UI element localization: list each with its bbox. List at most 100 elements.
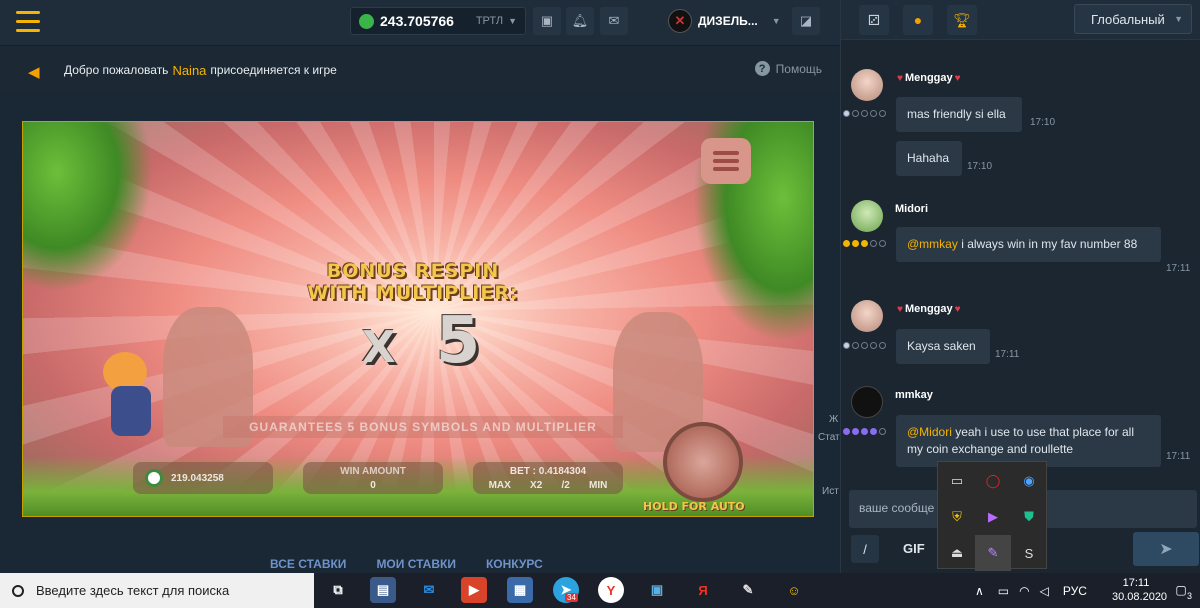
avatar: [851, 386, 883, 418]
chevron-up-icon[interactable]: ∧: [975, 584, 984, 598]
chat-time: 17:11: [995, 349, 1020, 360]
tab-my-bets[interactable]: МОИ СТАВКИ: [376, 557, 456, 571]
monitor-icon[interactable]: ▭: [939, 463, 975, 499]
menu-icon[interactable]: [16, 11, 40, 33]
mail-icon: ✉: [608, 13, 620, 28]
guarantee-banner: GUARANTEES 5 BONUS SYMBOLS AND MULTIPLIE…: [223, 416, 623, 438]
game-icon[interactable]: ☺: [781, 577, 807, 603]
notifications-button[interactable]: 🔔︎: [566, 7, 594, 35]
heart-icon: ♥: [897, 303, 903, 315]
tab-contest[interactable]: КОНКУРС: [486, 557, 543, 571]
game-coin-icon: [145, 469, 163, 487]
help-label: Помощь: [775, 61, 822, 76]
feather-icon[interactable]: ✎: [975, 535, 1011, 571]
games-button[interactable]: ⚂: [859, 5, 889, 35]
chat-username: Menggay: [904, 303, 953, 315]
commands-button[interactable]: /: [851, 535, 879, 563]
chevron-down-icon: ▼: [771, 16, 781, 26]
avatar: [851, 300, 883, 332]
multiplier-x: X: [361, 322, 396, 373]
currency-label: ТРТЛ: [475, 15, 504, 27]
task-view-icon[interactable]: ⧉: [325, 577, 351, 603]
notification-count: 3: [1186, 591, 1192, 601]
win-value: 0: [370, 480, 376, 491]
messages-button[interactable]: ✉: [600, 7, 628, 35]
chat-time: 17:10: [1030, 117, 1056, 128]
tray-area: ∧ ▭ ◠ ◁ РУС: [975, 573, 1087, 608]
chat-message: Kaysa saken: [896, 329, 990, 364]
gif-button[interactable]: GIF: [903, 541, 925, 556]
chat-mention[interactable]: @mmkay: [907, 237, 958, 251]
shield-icon[interactable]: ⛨: [939, 499, 975, 535]
steam-icon[interactable]: S: [1011, 535, 1047, 571]
chat-toggle-icon: ◪: [799, 13, 813, 28]
notification-center[interactable]: ▢ 3: [1170, 579, 1192, 601]
media-app-icon[interactable]: ▶: [461, 577, 487, 603]
game-balance-value: 219.043258: [171, 472, 224, 484]
hold-for-auto-label: HOLD FOR AUTO: [643, 500, 745, 513]
chat-channel-select[interactable]: Глобальный ▼: [1074, 4, 1192, 34]
chat-time: 17:11: [1166, 451, 1191, 462]
mail-app-icon[interactable]: ✉: [416, 577, 442, 603]
side-label: Ж: [829, 414, 839, 425]
opera-icon[interactable]: ◯: [975, 463, 1011, 499]
bet-min-button[interactable]: MIN: [589, 479, 607, 493]
notification-icon: ▢: [1175, 583, 1187, 597]
bet-x2-button[interactable]: X2: [530, 479, 542, 493]
send-button[interactable]: ➤: [1133, 532, 1199, 566]
usb-icon[interactable]: ⏏: [939, 535, 975, 571]
heart-icon: ♥: [954, 72, 961, 84]
balance-selector[interactable]: 243.705766 ТРТЛ ▼: [350, 7, 526, 35]
yandex-icon[interactable]: Я: [690, 577, 716, 603]
calculator-icon[interactable]: ▦: [507, 577, 533, 603]
chat-message: @mmkay i always win in my fav number 88: [896, 227, 1161, 262]
bet-max-button[interactable]: MAX: [489, 479, 511, 493]
tab-all-bets[interactable]: ВСЕ СТАВКИ: [270, 557, 346, 571]
chat-mention[interactable]: @Midori: [907, 425, 952, 439]
chat-messages: ♥ Menggay ♥ mas friendly si ella 17:10 Hah…: [841, 40, 1200, 488]
rain-button[interactable]: ●: [903, 5, 933, 35]
rank-dots: [843, 240, 886, 247]
yandex-browser-icon[interactable]: Y: [598, 577, 624, 603]
player-icon[interactable]: ▶: [975, 499, 1011, 535]
clock[interactable]: 17:11 30.08.2020: [1112, 576, 1167, 604]
coin-rain-icon: ●: [913, 12, 923, 28]
wallet-button[interactable]: ▣: [533, 7, 561, 35]
search-icon: [12, 584, 24, 597]
wifi-icon[interactable]: ◠: [1019, 584, 1029, 598]
chat-user-row[interactable]: mmkay: [851, 386, 933, 418]
security-icon[interactable]: ⛊: [1011, 499, 1047, 535]
announcement-username[interactable]: Naina: [172, 63, 206, 78]
chat-user-row[interactable]: ♥ Menggay ♥: [851, 300, 963, 332]
chat-username: Menggay: [904, 72, 953, 84]
language-indicator[interactable]: РУС: [1063, 584, 1087, 598]
rank-dots: [843, 342, 886, 349]
leaderboard-button[interactable]: 🏆︎: [947, 5, 977, 35]
side-label: Стат: [818, 432, 840, 443]
spin-button[interactable]: [663, 422, 743, 502]
slot-game-frame[interactable]: BONUS RESPIN WITH MULTIPLIER: X5 GUARANT…: [22, 121, 814, 517]
trophy-icon: 🏆︎: [953, 11, 971, 28]
app-icon[interactable]: ▤: [370, 577, 396, 603]
photos-icon[interactable]: ▣: [644, 577, 670, 603]
bet-value: 0.4184304: [538, 466, 587, 477]
vpn-icon[interactable]: ◉: [1011, 463, 1047, 499]
balance-value: 243.705766: [380, 13, 454, 29]
taskbar-search[interactable]: Введите здесь текст для поиска: [0, 573, 314, 608]
character-boy: [93, 352, 163, 452]
user-menu[interactable]: ✕ ДИЗЕЛЬ... ▼: [668, 7, 781, 35]
toggle-chat-button[interactable]: ◪: [792, 7, 820, 35]
volume-icon[interactable]: ◁: [1040, 584, 1049, 598]
battery-icon[interactable]: ▭: [998, 584, 1009, 598]
foliage-left: [23, 122, 153, 292]
send-icon: ➤: [1159, 541, 1173, 558]
game-hud: 219.043258 WIN AMOUNT 0 BET : 0.4184304 …: [133, 462, 653, 498]
bet-half-button[interactable]: /2: [561, 479, 569, 493]
help-link[interactable]: ? Помощь: [754, 61, 822, 76]
paint-icon[interactable]: ✎: [735, 577, 761, 603]
top-bar: 243.705766 ТРТЛ ▼ ▣ 🔔︎ ✉ ✕ ДИЗЕЛЬ... ▼ ◪: [0, 0, 840, 46]
game-menu-button[interactable]: [701, 138, 751, 184]
chat-username: Midori: [895, 203, 928, 215]
chat-message: @Midori yeah i use to use that place for…: [896, 415, 1161, 467]
bets-tabs: ВСЕ СТАВКИ МОИ СТАВКИ КОНКУРС: [270, 557, 543, 571]
